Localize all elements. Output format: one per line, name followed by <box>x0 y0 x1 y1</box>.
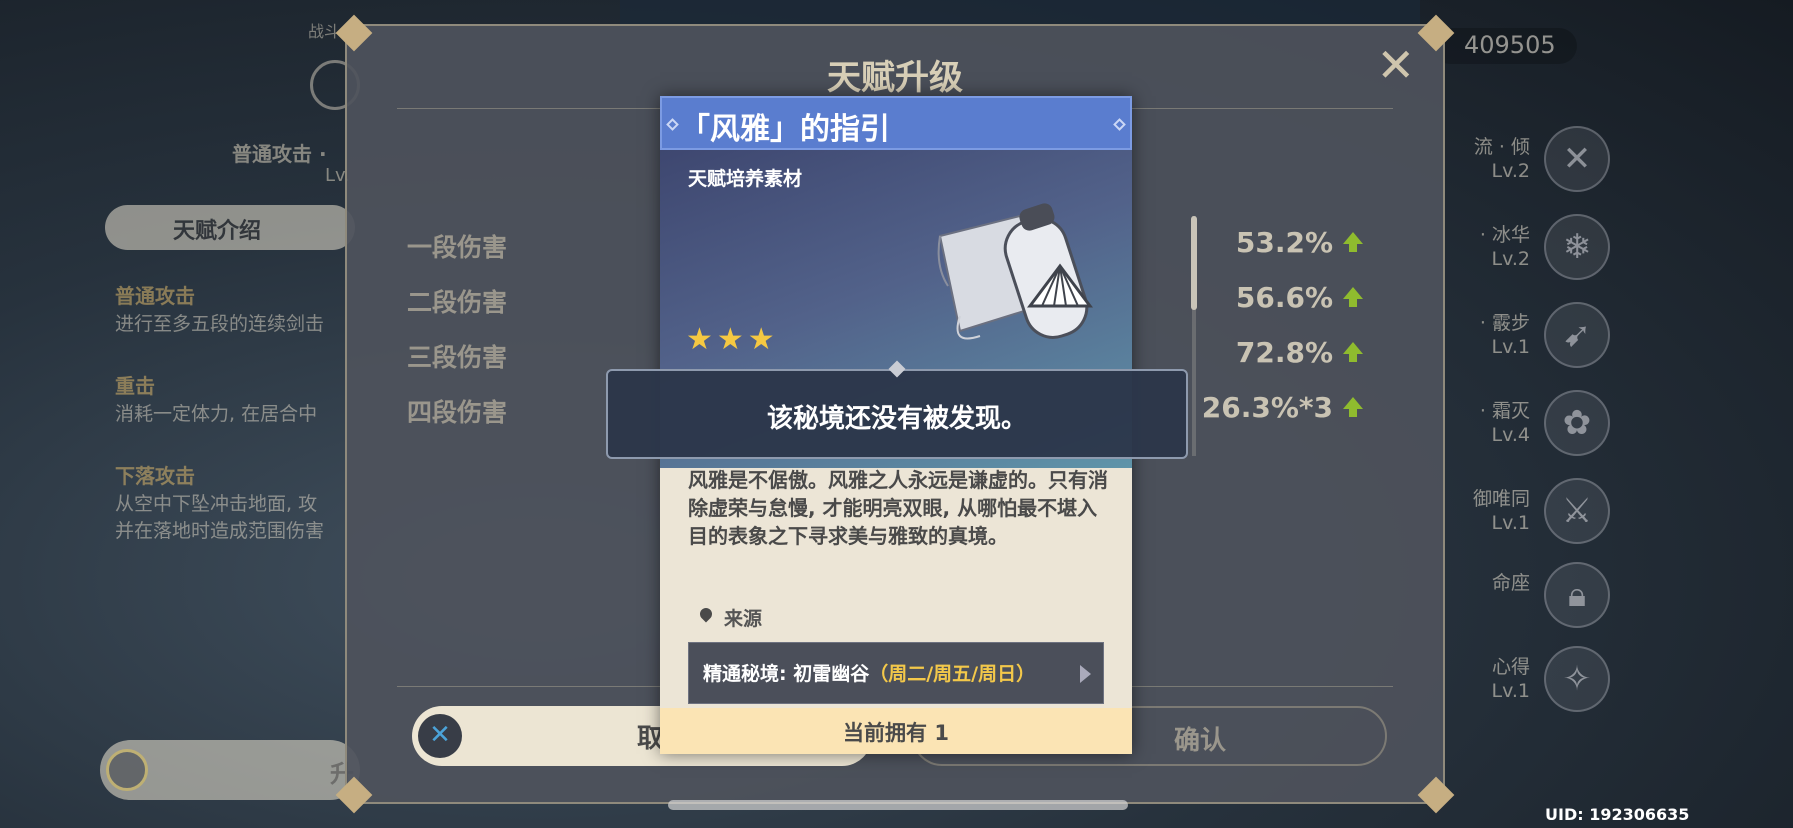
dialog-title: 天赋升级 <box>827 58 963 98</box>
flower-icon: ✿ <box>1544 390 1610 456</box>
item-header: 「风雅」的指引 <box>660 96 1132 150</box>
increase-arrow-icon <box>1343 287 1363 307</box>
talent-level: Lv.2 <box>1491 248 1530 270</box>
lock-icon: 🔒︎ <box>1544 562 1610 628</box>
increase-arrow-icon <box>1343 342 1363 362</box>
stat-value: 56.6% <box>1235 281 1333 314</box>
stat-label: 四段伤害 <box>407 398 508 427</box>
talent-level: Lv.2 <box>1491 160 1530 182</box>
stat-value: 26.3%*3 <box>1201 391 1333 424</box>
talent-level: Lv.1 <box>1491 512 1530 534</box>
home-indicator[interactable] <box>668 800 1128 810</box>
attack-name: 普通攻击 · <box>232 142 327 166</box>
talent-descriptions: 普通攻击 进行至多五段的连续剑击 重击 消耗一定体力, 在居合中 下落攻击 从空… <box>115 280 324 543</box>
talent-name: · 霜灭 <box>1479 400 1530 422</box>
desc-heading: 下落攻击 <box>115 464 195 488</box>
scrollbar[interactable] <box>1191 216 1197 310</box>
cancel-icon: ✕ <box>418 714 462 758</box>
talent-name: · 冰华 <box>1479 224 1530 246</box>
header-ornament <box>666 118 679 131</box>
owned-count: 当前拥有 1 <box>660 708 1132 754</box>
corner-ornament <box>1417 776 1455 814</box>
blade-icon: ⚔ <box>1544 478 1610 544</box>
scroll-item-icon <box>937 203 1093 340</box>
increase-arrow-icon <box>1343 232 1363 252</box>
source-label: 来源 <box>724 608 763 630</box>
talent-name: · 霰步 <box>1479 312 1530 334</box>
talent-level: Lv.1 <box>1491 680 1530 702</box>
uid-label: UID: 192306635 <box>1545 805 1690 824</box>
source-text: 精通秘境: 初雷幽谷（周二/周五/周日） <box>703 659 1035 686</box>
desc-text: 消耗一定体力, 在居合中 <box>115 403 318 425</box>
desc-heading: 普通攻击 <box>115 284 195 308</box>
stat-label: 三段伤害 <box>407 343 508 372</box>
talent-level: Lv.1 <box>1491 336 1530 358</box>
item-title: 「风雅」的指引 <box>680 112 890 147</box>
charm-icon: ✧ <box>1544 646 1610 712</box>
source-domain-button[interactable]: 精通秘境: 初雷幽谷（周二/周五/周日） <box>688 642 1104 704</box>
upgrade-circle-icon <box>106 749 148 791</box>
close-icon[interactable]: ✕ <box>1376 42 1415 88</box>
stat-value: 72.8% <box>1235 336 1333 369</box>
source-name: 精通秘境: 初雷幽谷 <box>703 663 870 685</box>
desc-heading: 重击 <box>115 374 155 398</box>
desc-text: 并在落地时造成范围伤害 <box>115 520 325 542</box>
desc-text: 从空中下坠冲击地面, 攻 <box>115 493 318 515</box>
talent-name: 命座 <box>1491 572 1530 594</box>
confirm-label: 确认 <box>1174 726 1227 756</box>
stat-label: 一段伤害 <box>407 233 508 262</box>
sword-cross-icon: ✕ <box>1544 126 1610 192</box>
talent-name: 心得 <box>1491 656 1530 678</box>
increase-arrow-icon <box>1343 397 1363 417</box>
stat-label: 二段伤害 <box>407 288 508 317</box>
tab-talent-intro[interactable]: 天赋介绍 <box>105 205 355 250</box>
source-days: （周二/周五/周日） <box>869 663 1036 685</box>
item-type: 天赋培养素材 <box>688 168 803 190</box>
rarity-stars: ★★★ <box>686 322 779 357</box>
talent-name: 流 · 倾 <box>1473 136 1530 158</box>
dash-icon: ➹ <box>1544 302 1610 368</box>
left-section-title: 战斗 <box>308 22 341 41</box>
chevron-right-icon <box>1080 665 1091 683</box>
header-ornament <box>1113 118 1126 131</box>
item-description: 风雅是不倨傲。风雅之人永远是谦虚的。只有消除虚荣与怠慢, 才能明亮双眼, 从哪怕… <box>688 468 1108 548</box>
talent-name: 御唯同 <box>1472 488 1530 510</box>
location-pin-icon <box>697 605 715 623</box>
snowflake-icon: ❄ <box>1544 214 1610 280</box>
desc-text: 进行至多五段的连续剑击 <box>115 313 325 335</box>
toast-message: 该秘境还没有被发现。 <box>606 369 1188 459</box>
talent-level: Lv.4 <box>1491 424 1530 446</box>
stat-value: 53.2% <box>1235 226 1333 259</box>
